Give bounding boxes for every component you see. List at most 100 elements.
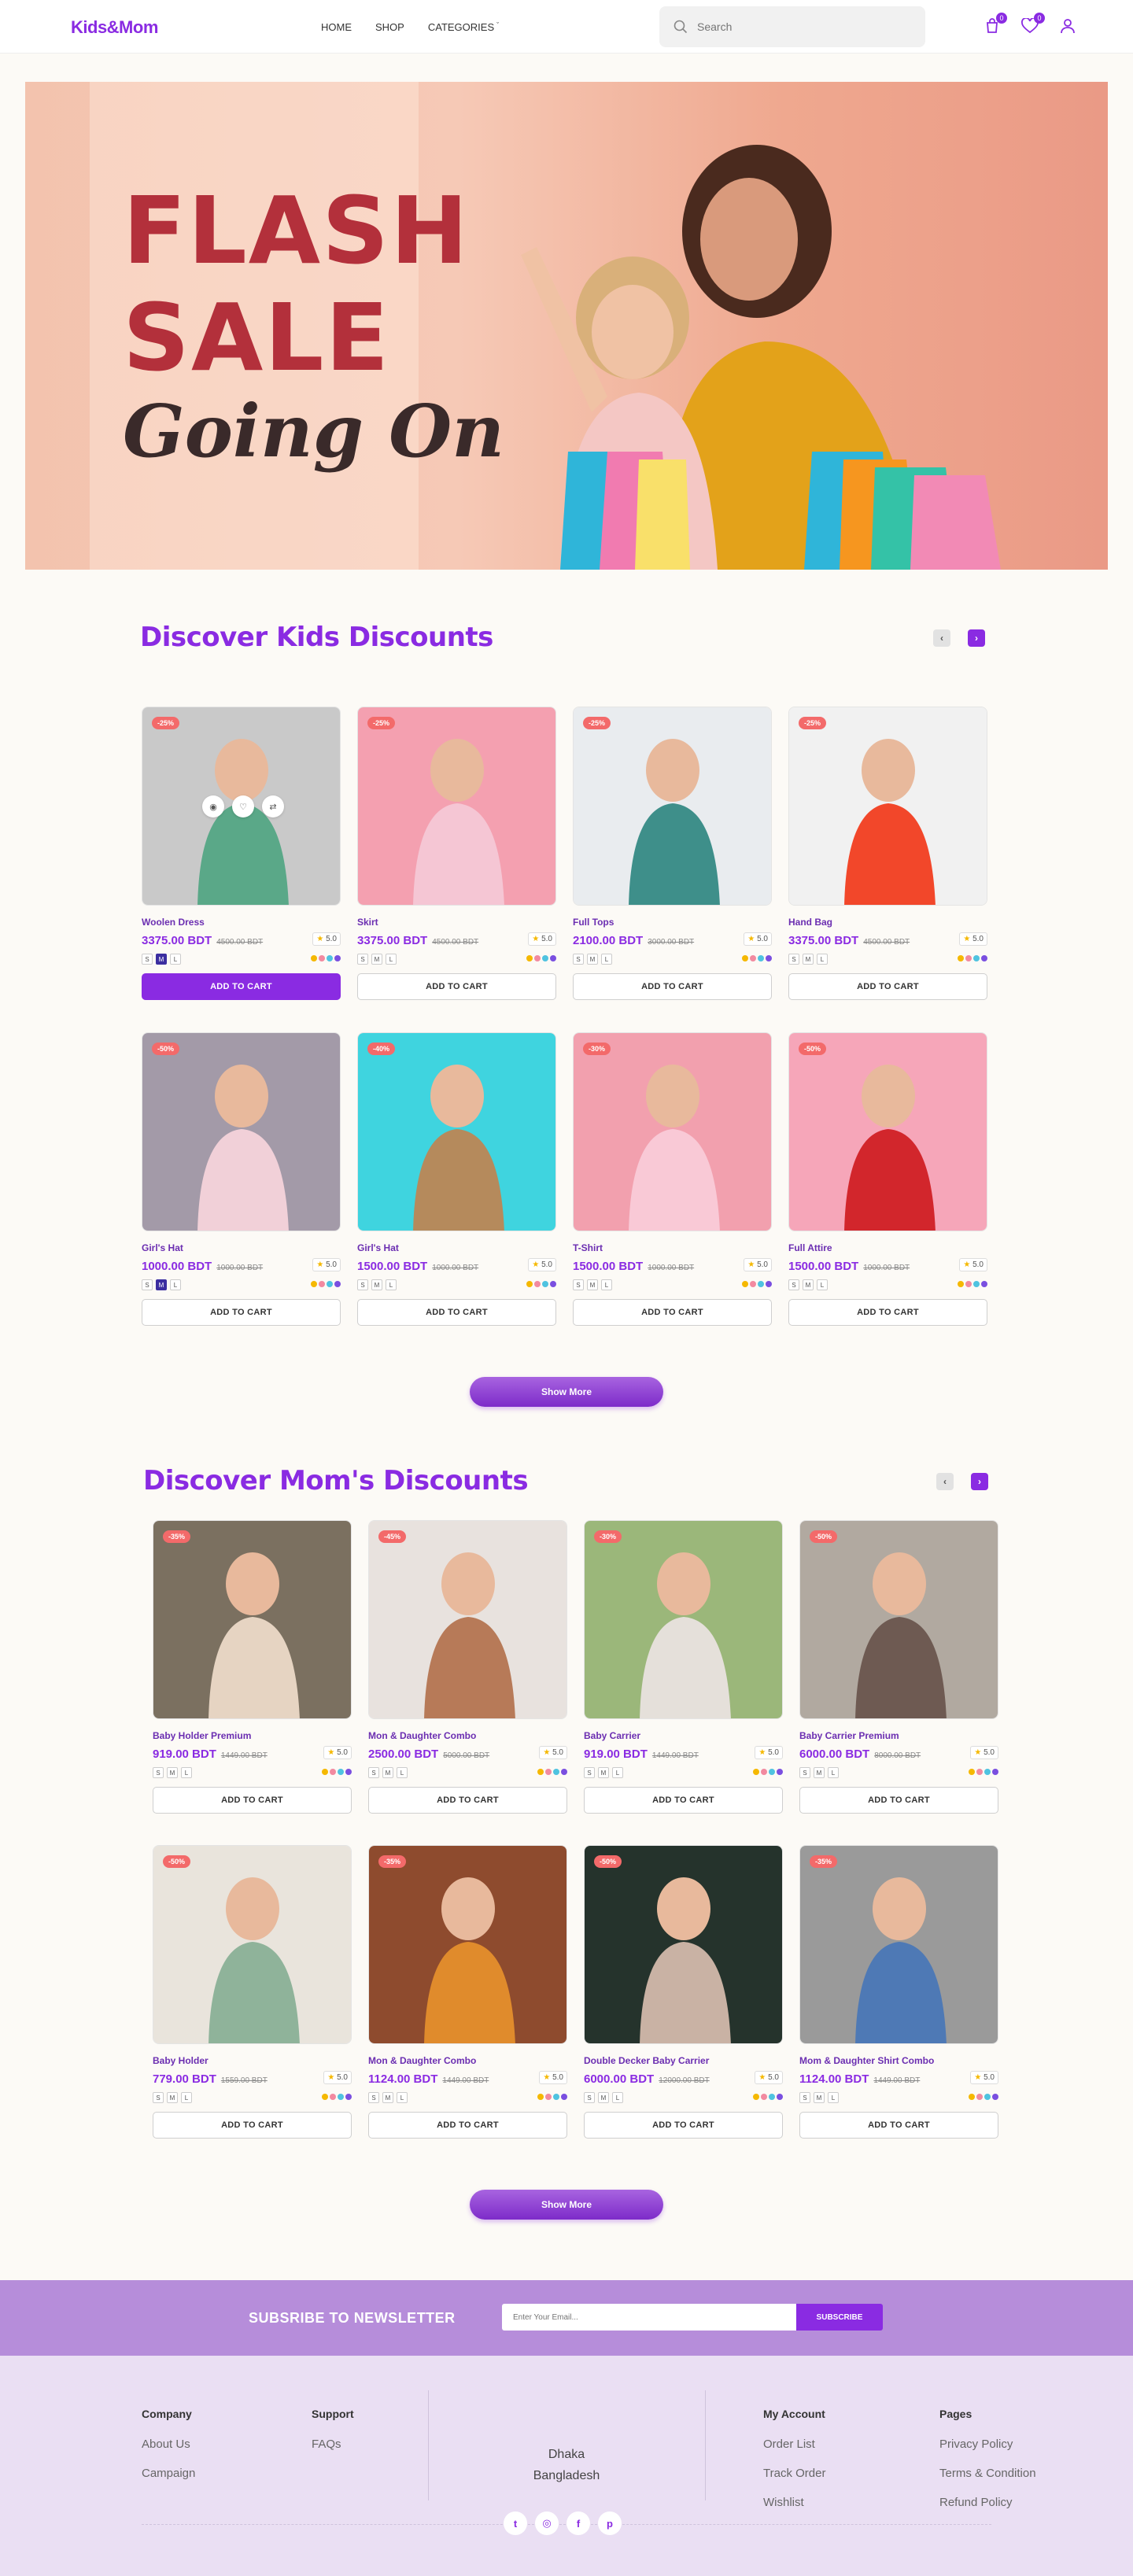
size-option-l[interactable]: L (170, 954, 181, 965)
compare-button[interactable]: ⇄ (262, 795, 284, 817)
twitter-icon[interactable]: t (504, 2511, 527, 2535)
nav-categories[interactable]: CATEGORIES ˇ (428, 21, 499, 33)
size-option-s[interactable]: S (153, 1767, 164, 1778)
color-swatch[interactable] (322, 2094, 328, 2100)
size-option-m[interactable]: M (371, 1279, 382, 1290)
color-swatch[interactable] (550, 955, 556, 961)
color-swatch[interactable] (958, 1281, 964, 1287)
product-image[interactable]: -30% (573, 1032, 772, 1231)
newsletter-email-input[interactable] (502, 2304, 796, 2331)
search-bar[interactable] (659, 6, 925, 47)
instagram-icon[interactable]: ◎ (535, 2511, 559, 2535)
color-swatch[interactable] (319, 955, 325, 961)
product-card[interactable]: -50% Baby Holder 779.00 BDT 1559.00 BDT … (153, 1845, 352, 2139)
hero-banner[interactable]: FLASH SALE Going On (25, 82, 1108, 570)
color-swatch[interactable] (976, 1769, 983, 1775)
color-swatch[interactable] (542, 955, 548, 961)
size-option-m[interactable]: M (598, 1767, 609, 1778)
color-swatch[interactable] (965, 955, 972, 961)
size-option-s[interactable]: S (357, 954, 368, 965)
size-option-s[interactable]: S (573, 1279, 584, 1290)
color-swatch[interactable] (345, 2094, 352, 2100)
product-image[interactable]: -50% (584, 1845, 783, 2044)
product-image[interactable]: -35% (799, 1845, 998, 2044)
product-image[interactable]: -25% (573, 707, 772, 906)
color-swatch[interactable] (526, 1281, 533, 1287)
color-swatch[interactable] (330, 2094, 336, 2100)
color-swatch[interactable] (753, 2094, 759, 2100)
size-option-m[interactable]: M (167, 2092, 178, 2103)
subscribe-button[interactable]: SUBSCRIBE (796, 2304, 883, 2331)
color-swatch[interactable] (545, 1769, 552, 1775)
color-swatch[interactable] (345, 1769, 352, 1775)
add-to-cart-button[interactable]: ADD TO CART (368, 1787, 567, 1814)
footer-link-refund[interactable]: Refund Policy (939, 2496, 1036, 2509)
color-swatch[interactable] (761, 2094, 767, 2100)
color-swatch[interactable] (545, 2094, 552, 2100)
color-swatch[interactable] (769, 1769, 775, 1775)
product-name[interactable]: Mom & Daughter Shirt Combo (799, 2055, 998, 2068)
color-swatch[interactable] (750, 1281, 756, 1287)
color-swatch[interactable] (969, 2094, 975, 2100)
size-option-l[interactable]: L (612, 2092, 623, 2103)
product-name[interactable]: Mon & Daughter Combo (368, 2055, 567, 2068)
product-card[interactable]: -25% Skirt 3375.00 BDT 4500.00 BDT ★ 5.0… (357, 707, 556, 1000)
color-swatch[interactable] (958, 955, 964, 961)
add-to-cart-button[interactable]: ADD TO CART (573, 973, 772, 1000)
color-swatch[interactable] (542, 1281, 548, 1287)
color-swatch[interactable] (758, 1281, 764, 1287)
color-swatch[interactable] (981, 955, 987, 961)
size-option-m[interactable]: M (587, 954, 598, 965)
size-option-s[interactable]: S (142, 954, 153, 965)
product-image[interactable]: -35% (153, 1520, 352, 1719)
footer-link-faqs[interactable]: FAQs (312, 2438, 354, 2451)
product-name[interactable]: Full Attire (788, 1242, 987, 1255)
add-to-cart-button[interactable]: ADD TO CART (142, 1299, 341, 1326)
color-swatch[interactable] (766, 1281, 772, 1287)
product-card[interactable]: -25% Hand Bag 3375.00 BDT 4500.00 BDT ★ … (788, 707, 987, 1000)
size-option-s[interactable]: S (584, 1767, 595, 1778)
moms-show-more-button[interactable]: Show More (470, 2190, 663, 2220)
color-swatch[interactable] (311, 1281, 317, 1287)
size-option-m[interactable]: M (814, 1767, 825, 1778)
color-swatch[interactable] (742, 955, 748, 961)
size-option-s[interactable]: S (357, 1279, 368, 1290)
product-name[interactable]: Baby Holder (153, 2055, 352, 2068)
product-name[interactable]: Girl's Hat (357, 1242, 556, 1255)
size-option-l[interactable]: L (181, 1767, 192, 1778)
add-to-cart-button[interactable]: ADD TO CART (799, 1787, 998, 1814)
color-swatch[interactable] (973, 955, 980, 961)
kids-prev-button[interactable]: ‹ (933, 629, 950, 647)
product-image[interactable]: -25% (357, 707, 556, 906)
product-card[interactable]: -35% Mon & Daughter Combo 1124.00 BDT 14… (368, 1845, 567, 2139)
add-to-cart-button[interactable]: ADD TO CART (584, 1787, 783, 1814)
add-to-cart-button[interactable]: ADD TO CART (573, 1299, 772, 1326)
size-option-l[interactable]: L (386, 954, 397, 965)
size-option-s[interactable]: S (799, 1767, 810, 1778)
color-swatch[interactable] (526, 955, 533, 961)
size-option-l[interactable]: L (397, 2092, 408, 2103)
add-to-cart-button[interactable]: ADD TO CART (357, 1299, 556, 1326)
add-to-cart-button[interactable]: ADD TO CART (153, 1787, 352, 1814)
size-option-m[interactable]: M (156, 1279, 167, 1290)
product-card[interactable]: -25% ◉ ♡ ⇄ Woolen Dress 3375.00 BDT 4500… (142, 707, 341, 1000)
color-swatch[interactable] (753, 1769, 759, 1775)
color-swatch[interactable] (550, 1281, 556, 1287)
size-option-m[interactable]: M (371, 954, 382, 965)
facebook-icon[interactable]: f (566, 2511, 590, 2535)
add-to-cart-button[interactable]: ADD TO CART (788, 973, 987, 1000)
color-swatch[interactable] (319, 1281, 325, 1287)
product-image[interactable]: -25% ◉ ♡ ⇄ (142, 707, 341, 906)
color-swatch[interactable] (777, 2094, 783, 2100)
color-swatch[interactable] (537, 2094, 544, 2100)
product-image[interactable]: -35% (368, 1845, 567, 2044)
account-button[interactable] (1057, 16, 1078, 36)
add-wishlist-button[interactable]: ♡ (232, 795, 254, 817)
size-option-l[interactable]: L (828, 2092, 839, 2103)
size-option-l[interactable]: L (817, 954, 828, 965)
add-to-cart-button[interactable]: ADD TO CART (584, 2112, 783, 2139)
color-swatch[interactable] (334, 955, 341, 961)
footer-link-track-order[interactable]: Track Order (763, 2467, 825, 2480)
size-option-s[interactable]: S (573, 954, 584, 965)
color-swatch[interactable] (327, 955, 333, 961)
